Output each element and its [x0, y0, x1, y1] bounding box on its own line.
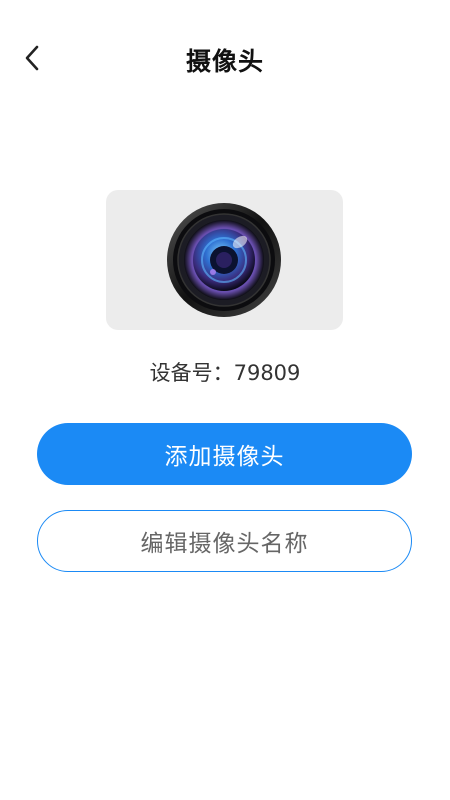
camera-screen: 摄像头 设备号：79809 添加摄像头 编辑摄像头名称 [0, 0, 450, 800]
camera-lens-icon [167, 203, 281, 317]
header: 摄像头 [0, 0, 450, 120]
device-number-row: 设备号：79809 [0, 357, 450, 387]
add-camera-button[interactable]: 添加摄像头 [37, 423, 412, 485]
camera-image-card [106, 190, 343, 330]
edit-camera-name-button[interactable]: 编辑摄像头名称 [37, 510, 412, 572]
page-title: 摄像头 [185, 47, 264, 76]
device-number-value: 79809 [233, 361, 301, 385]
device-number-label: 设备号： [149, 361, 234, 385]
